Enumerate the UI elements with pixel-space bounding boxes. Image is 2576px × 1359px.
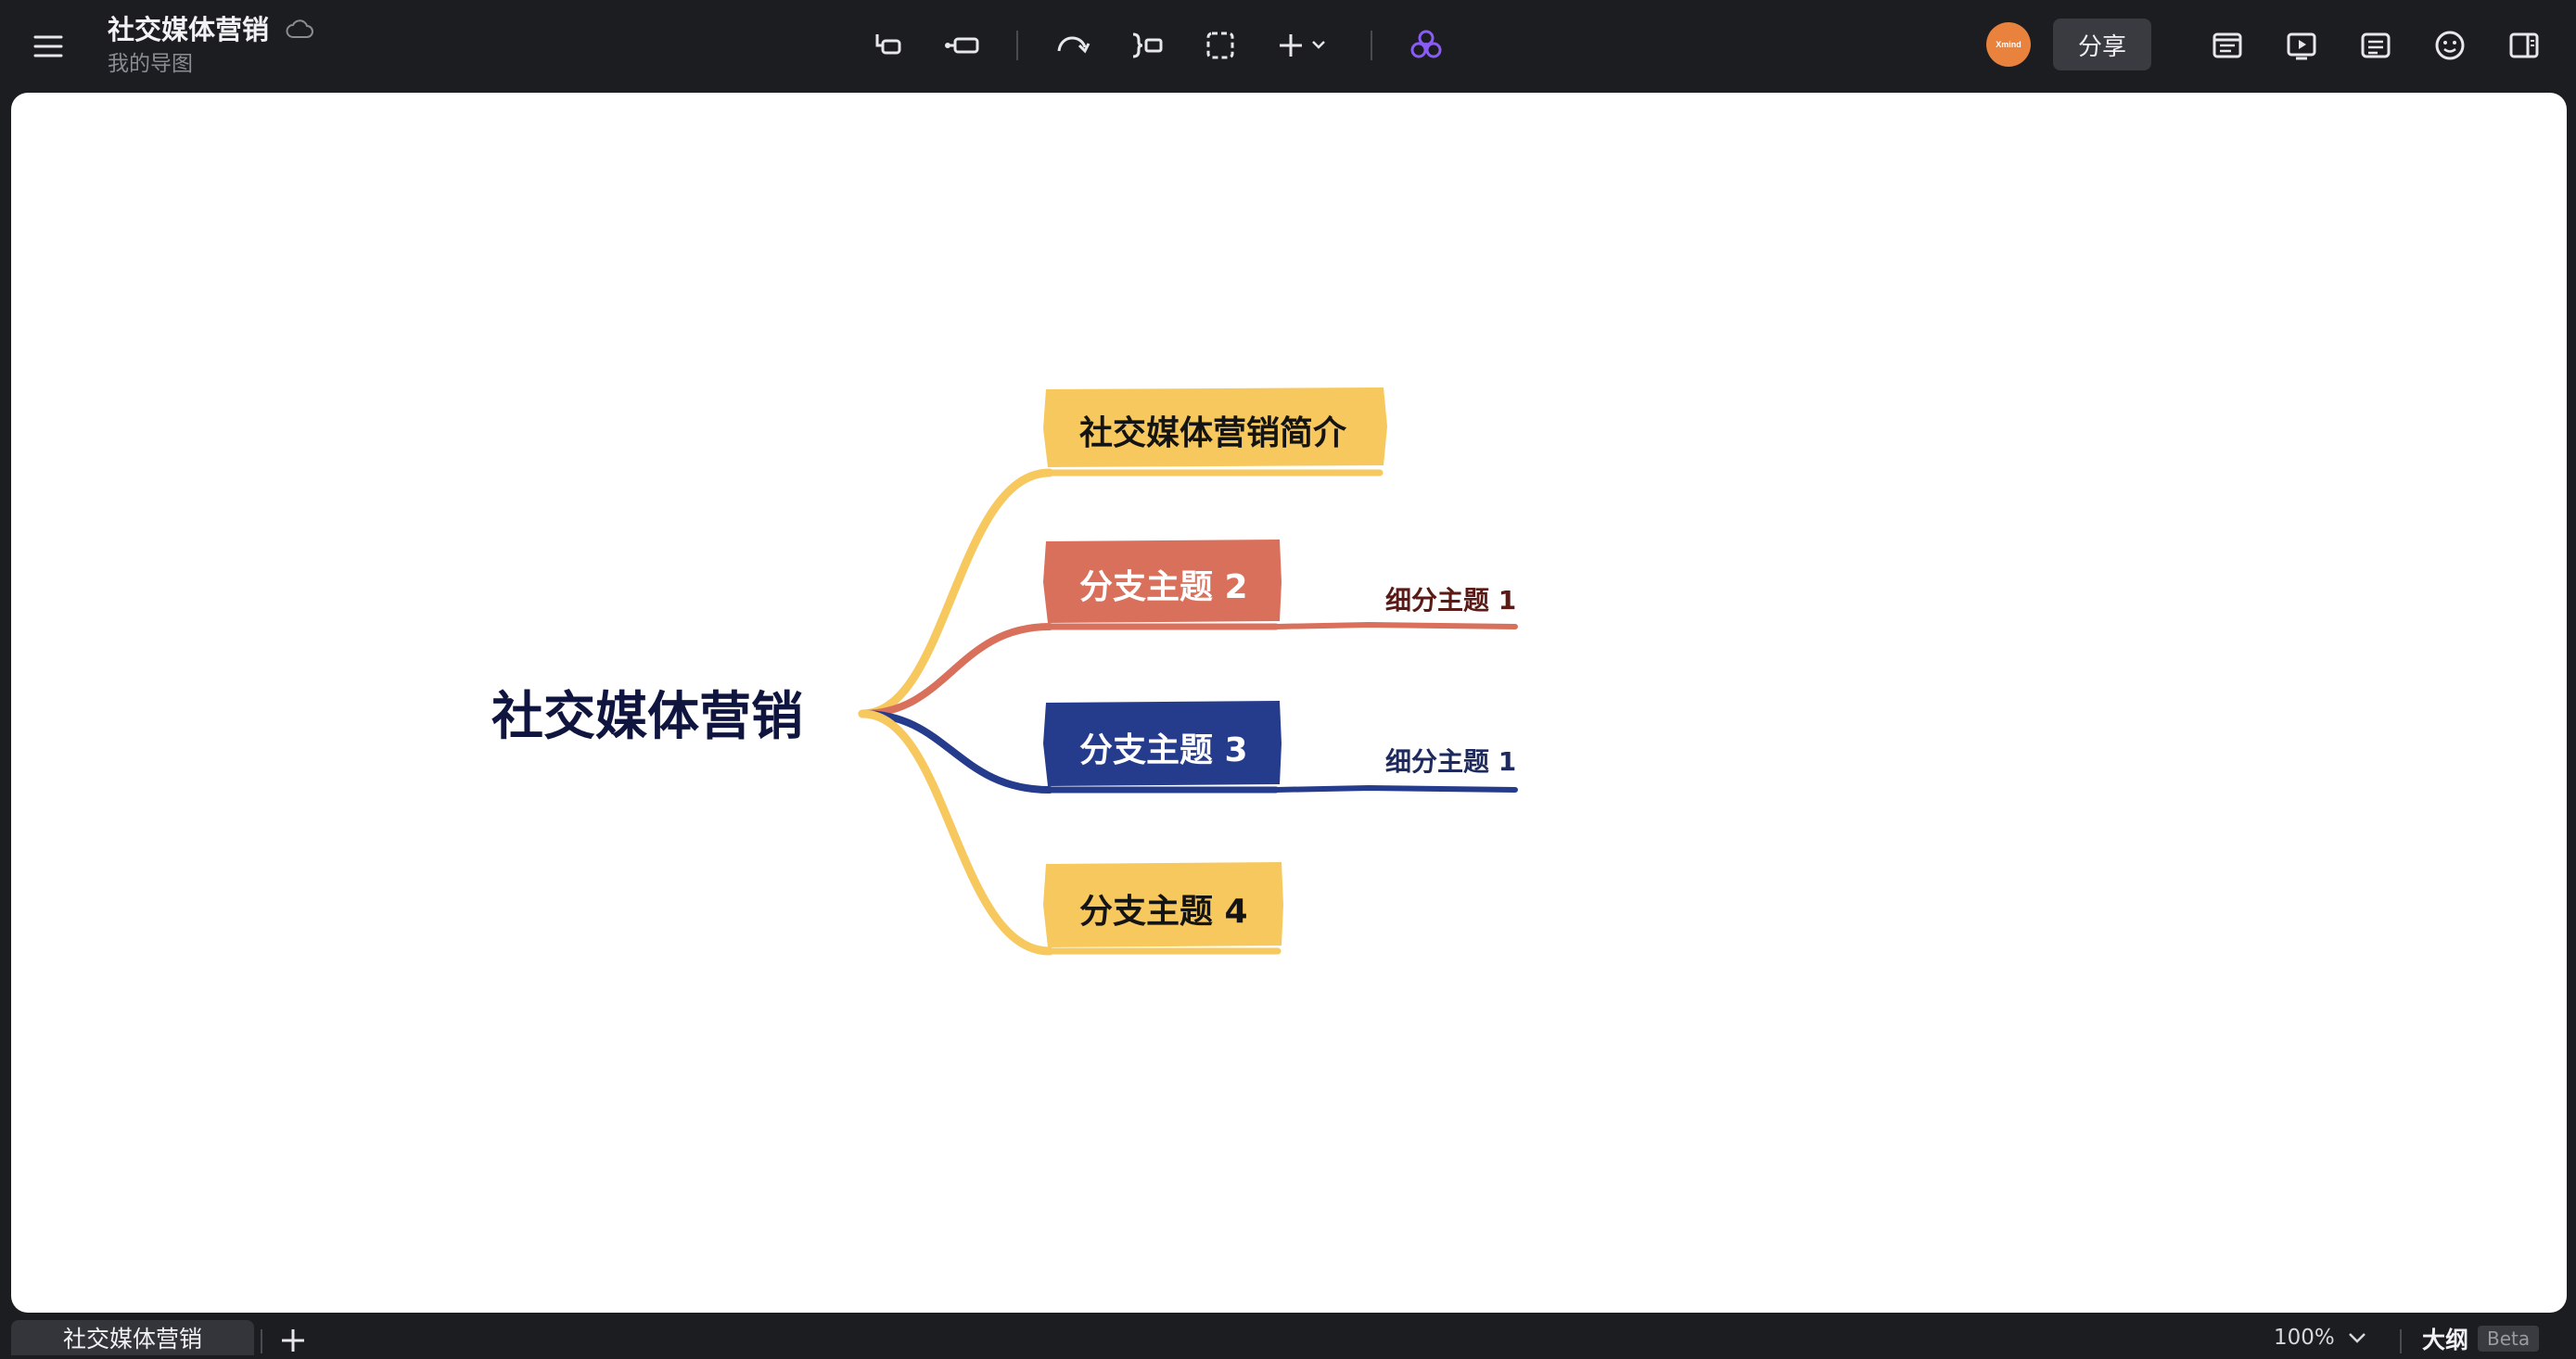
connector-subtopic-3-1 [1273,784,1518,793]
summary-icon[interactable] [1120,19,1172,71]
connector-subtopic-2-1 [1273,621,1518,629]
zoom-level: 100% [2274,1326,2335,1350]
connector-branch-1 [858,468,1054,718]
bottom-separator [2400,1329,2402,1353]
add-sheet-icon[interactable] [274,1324,312,1355]
beta-badge: Beta [2478,1326,2540,1352]
toolbar-separator [1371,31,1372,60]
subtopic-icon[interactable] [862,19,914,71]
outline-button[interactable]: 大纲 Beta [2422,1322,2540,1355]
center-toolbar [862,19,1452,72]
tab-separator [261,1329,262,1353]
main-topic-3[interactable]: 分支主题 3 [1079,723,1248,771]
format-icon[interactable] [2201,19,2253,71]
notes-icon[interactable] [2350,19,2402,71]
zoom-control[interactable]: 100% [2274,1326,2368,1350]
topic-icon[interactable] [937,19,988,71]
subtopic-2-1[interactable]: 细分主题 1 [1385,580,1516,617]
document-title[interactable]: 社交媒体营销 [108,11,269,48]
subtopic-3-1[interactable]: 细分主题 1 [1385,742,1516,779]
document-location[interactable]: 我的导图 [108,50,314,78]
bottom-bar: 社交媒体营销 100% 大纲 Beta [0,1313,2576,1355]
main-topic-4[interactable]: 分支主题 4 [1079,884,1248,933]
mindmap-canvas[interactable]: 社交媒体营销 社交媒体营销简介 分支主题 2 分支主题 3 分支主题 4 细分主… [11,93,2567,1313]
emoji-icon[interactable] [2424,19,2476,71]
share-button[interactable]: 分享 [2053,19,2151,70]
relationship-icon[interactable] [1046,19,1098,71]
user-avatar[interactable]: Xmind [1986,22,2031,67]
sidebar-icon[interactable] [2498,19,2550,71]
ai-icon[interactable] [1400,19,1452,71]
toolbar-separator [1016,31,1018,60]
mindmap-connectors [858,387,1518,956]
main-topic-1[interactable]: 社交媒体营销简介 [1079,406,1346,454]
cloud-icon[interactable] [285,19,314,41]
menu-icon[interactable] [28,28,69,65]
sheet-tab[interactable]: 社交媒体营销 [11,1320,254,1355]
insert-icon[interactable] [1269,19,1343,71]
top-bar: 社交媒体营销 我的导图 Xmind 分享 [0,0,2576,91]
document-title-block: 社交媒体营销 我的导图 [108,11,314,78]
right-toolbar [2201,19,2550,72]
outline-label: 大纲 [2422,1327,2469,1353]
chevron-down-icon [2348,1333,2366,1343]
pitch-icon[interactable] [2276,19,2327,71]
main-topic-2[interactable]: 分支主题 2 [1079,560,1248,608]
boundary-icon[interactable] [1194,19,1246,71]
central-topic[interactable]: 社交媒体营销 [491,675,803,750]
